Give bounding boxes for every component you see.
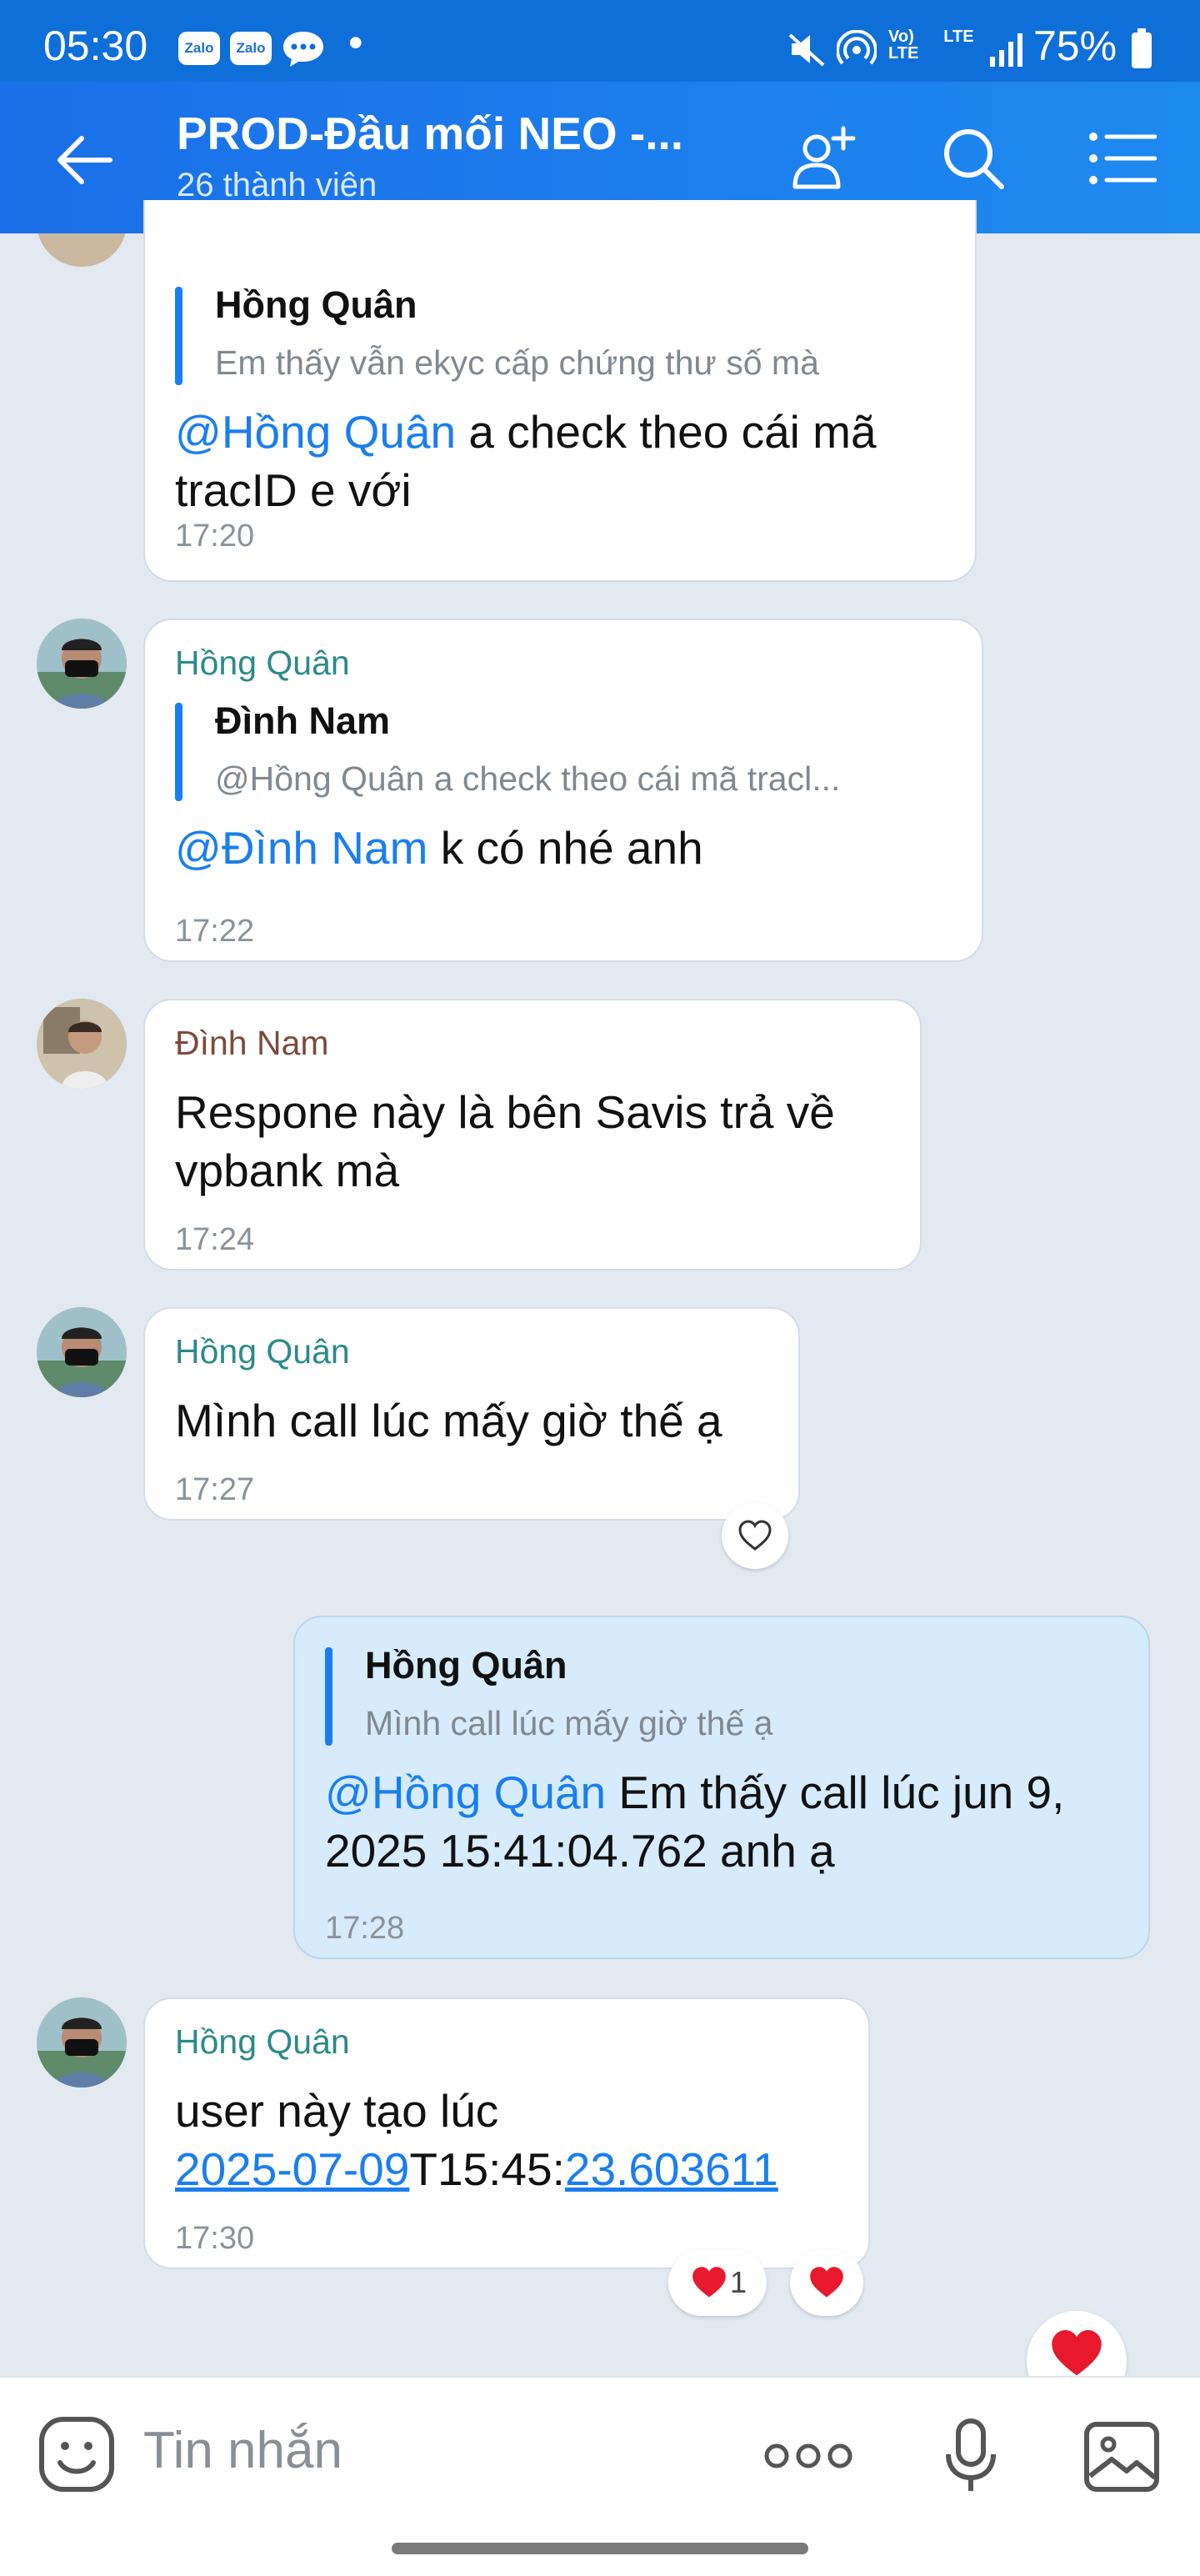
message-time: 17:30: [175, 2221, 255, 2256]
quoted-text: Em thấy vẫn ekyc cấp chứng thư số mà: [215, 343, 819, 382]
sender-name[interactable]: Hồng Quân: [175, 644, 952, 683]
network-indicator: Vo) LTE LTE: [888, 28, 974, 63]
quoted-message[interactable]: Đình Nam @Hồng Quân a check theo cái mã …: [175, 699, 952, 801]
mention-link[interactable]: @Hồng Quân: [175, 406, 456, 458]
heart-outline-icon: [738, 1520, 772, 1551]
signal-icon: [990, 33, 1022, 67]
sticker-icon[interactable]: [38, 2416, 115, 2493]
menu-list-icon[interactable]: [1088, 128, 1157, 188]
quoted-text: Mình call lúc mấy giờ thế ạ: [365, 1704, 773, 1742]
status-time: 05:30: [43, 23, 148, 69]
heart-icon: [1052, 2329, 1102, 2376]
message-time: 17:22: [175, 914, 255, 949]
chat-title[interactable]: PROD-Đầu mối NEO -...: [177, 107, 683, 160]
add-member-icon[interactable]: [788, 123, 860, 195]
quoted-message[interactable]: Hồng Quân Em thấy vẫn ekyc cấp chứng thư…: [175, 283, 945, 385]
status-bar: 05:30 Zalo Zalo • Vo) LTE LTE 75%: [0, 0, 1200, 82]
heart-icon: [692, 2267, 726, 2298]
message-time: 17:24: [175, 1222, 255, 1257]
hotspot-icon: [837, 30, 877, 65]
sender-name[interactable]: Đình Nam: [175, 1024, 890, 1063]
quoted-sender: Đình Nam: [215, 699, 391, 742]
reaction-count: 1: [729, 2265, 748, 2299]
avatar-hong-quan[interactable]: [37, 1307, 127, 1397]
own-message-bubble[interactable]: Hồng Quân Mình call lúc mấy giờ thế ạ @H…: [293, 1616, 1150, 1959]
message-text: Mình call lúc mấy giờ thế ạ: [175, 1395, 722, 1446]
timestamp-link[interactable]: 2025-07-09: [175, 2143, 409, 2195]
image-gallery-icon[interactable]: [1083, 2421, 1160, 2493]
message-notification-icon: [283, 32, 323, 67]
mention-link[interactable]: @Đình Nam: [175, 822, 428, 874]
message-text: @Hồng Quân a check theo cái mã tracID e …: [175, 406, 877, 516]
mention-link[interactable]: @Hồng Quân: [325, 1767, 606, 1818]
message-bubble[interactable]: Hồng Quân Đình Nam @Hồng Quân a check th…: [143, 619, 983, 962]
battery-percent: 75%: [1033, 23, 1118, 69]
message-bubble[interactable]: Hồng Quân user này tạo lúc 2025-07-09T15:…: [143, 1997, 870, 2269]
sender-name[interactable]: Hồng Quân: [175, 2022, 838, 2062]
microphone-icon[interactable]: [942, 2418, 1000, 2494]
heart-icon: [810, 2267, 843, 2298]
zalo-notification-icon: Zalo: [230, 32, 272, 65]
quoted-message[interactable]: Hồng Quân Mình call lúc mấy giờ thế ạ: [325, 1644, 1118, 1746]
avatar-dinh-nam[interactable]: [37, 999, 127, 1089]
message-text: @Hồng Quân Em thấy call lúc jun 9, 2025 …: [325, 1767, 1065, 1877]
more-notifications-dot: •: [348, 19, 363, 66]
message-text: user này tạo lúc 2025-07-09T15:45:23.6036…: [175, 2085, 778, 2195]
sender-name[interactable]: Hồng Quân: [175, 1332, 768, 1371]
search-icon[interactable]: [940, 125, 1007, 192]
reaction-summary[interactable]: 1: [668, 2249, 767, 2316]
home-indicator[interactable]: [392, 2543, 808, 2554]
mute-icon: [788, 33, 825, 67]
message-input[interactable]: Tin nhắn: [143, 2421, 342, 2480]
avatar-hong-quan[interactable]: [37, 619, 127, 709]
number-link[interactable]: 23.603611: [565, 2143, 778, 2195]
more-options-icon[interactable]: [763, 2441, 853, 2471]
react-button[interactable]: [722, 1502, 788, 1569]
message-bubble[interactable]: Đình Nam Respone này là bên Savis trả về…: [143, 999, 922, 1270]
message-bubble[interactable]: Hồng Quân Em thấy vẫn ekyc cấp chứng thư…: [143, 200, 977, 582]
battery-icon: [1132, 28, 1152, 68]
message-time: 17:20: [175, 519, 255, 554]
zalo-notification-icon: Zalo: [178, 32, 220, 65]
message-time: 17:28: [325, 1911, 405, 1946]
avatar-hong-quan[interactable]: [37, 1997, 127, 2087]
quoted-sender: Hồng Quân: [365, 1644, 568, 1686]
react-button[interactable]: [790, 2249, 863, 2316]
member-count[interactable]: 26 thành viên: [177, 167, 377, 204]
message-bubble[interactable]: Hồng Quân Mình call lúc mấy giờ thế ạ 17…: [143, 1307, 800, 1521]
quoted-text: @Hồng Quân a check theo cái mã tracl...: [215, 759, 841, 798]
message-text: @Đình Nam k có nhé anh: [175, 822, 703, 874]
back-arrow-icon[interactable]: [50, 127, 117, 193]
message-time: 17:27: [175, 1472, 255, 1507]
message-text: Respone này là bên Savis trả về vpbank m…: [175, 1086, 835, 1196]
quoted-sender: Hồng Quân: [215, 283, 418, 326]
